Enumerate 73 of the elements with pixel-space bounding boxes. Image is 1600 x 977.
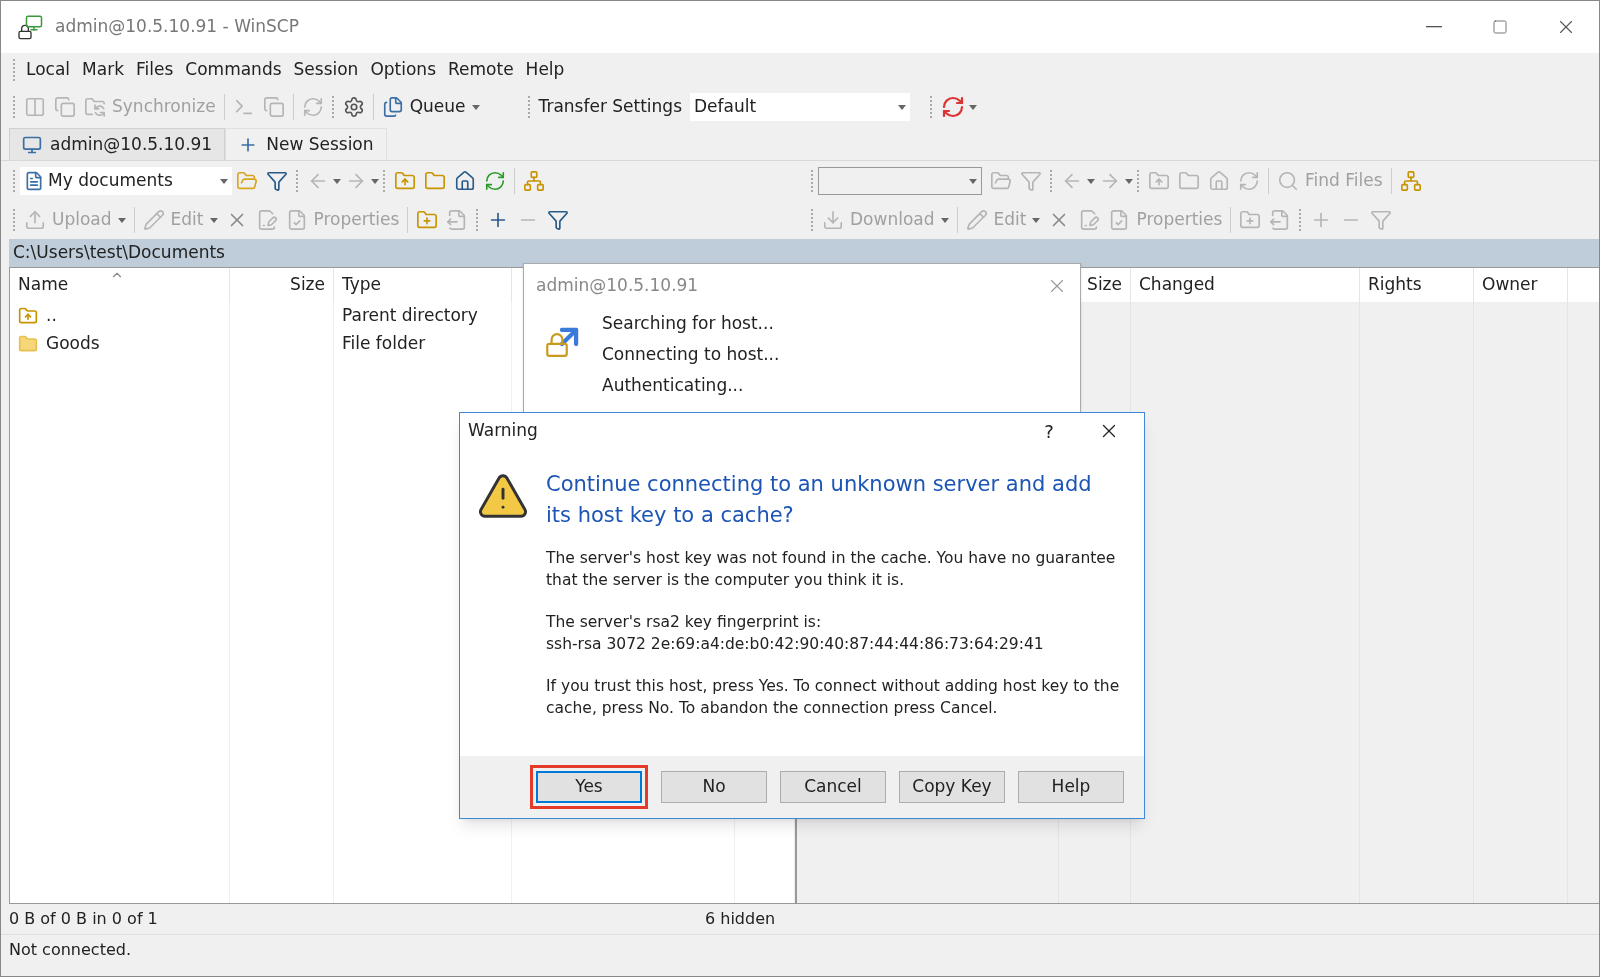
maximize-icon <box>1492 19 1508 35</box>
caret-icon <box>969 178 977 184</box>
dialog-button[interactable]: Yes <box>536 771 642 803</box>
dialog-message: The server's host key was not found in the cache. You have no guarantee that the server is the computer you think it is. <box>546 548 1117 591</box>
dialog-instructions: If you trust this host, press Yes. To connect without adding host key to the cache, press No. To abandon the connection press Cancel. <box>546 676 1120 719</box>
menu-item[interactable]: Remote <box>442 57 520 83</box>
caret-icon <box>117 217 126 223</box>
caret-icon <box>1032 217 1041 223</box>
menu-item[interactable]: Options <box>364 57 442 83</box>
hidden-count: 6 hidden <box>705 908 776 930</box>
edit-icon <box>965 209 988 231</box>
dialog-title: admin@10.5.10.91 <box>536 274 700 298</box>
caret-icon <box>940 217 949 223</box>
dialog-button[interactable]: Help <box>1018 771 1124 803</box>
location-dropdown[interactable]: My documents <box>20 167 232 195</box>
session-tab[interactable]: New Session <box>225 128 387 160</box>
synchronize-icon <box>84 96 106 118</box>
menu-item[interactable]: Files <box>130 57 180 83</box>
location-dropdown[interactable] <box>818 167 982 195</box>
menu-item[interactable]: Help <box>519 57 571 83</box>
file-type: File folder <box>341 332 427 356</box>
dialog-button[interactable]: No <box>661 771 767 803</box>
transfer-settings-label: Transfer Settings <box>538 95 682 119</box>
menu-item[interactable]: Commands <box>179 57 288 83</box>
menu-item[interactable]: Session <box>287 57 365 83</box>
session-tab[interactable]: admin@10.5.10.91 <box>9 128 226 160</box>
caret-icon <box>371 178 379 184</box>
caret-icon <box>1087 178 1095 184</box>
caret-icon <box>209 217 218 223</box>
menu-item[interactable]: Mark <box>76 57 130 83</box>
progress-step: Authenticating... <box>602 370 780 401</box>
column-header[interactable]: Size <box>230 268 334 302</box>
column-header[interactable]: Name <box>10 268 230 302</box>
app-logo-icon <box>17 14 43 40</box>
connection-status: Not connected. <box>9 938 131 961</box>
selection-status: 0 B of 0 B in 0 of 1 <box>9 908 159 930</box>
column-header[interactable]: Rights <box>1360 268 1474 302</box>
queue-icon <box>381 96 404 118</box>
caret-icon <box>1125 178 1133 184</box>
caret-icon <box>220 178 228 184</box>
file-name[interactable]: .. <box>46 303 57 329</box>
edit-icon <box>142 209 165 231</box>
find-files-icon <box>1277 170 1299 192</box>
caret-icon <box>969 104 977 110</box>
column-header[interactable]: Type <box>334 268 512 302</box>
file-name[interactable]: Goods <box>46 331 100 357</box>
column-header[interactable]: Changed <box>1131 268 1360 302</box>
dialog-heading: Continue connecting to an unknown server and add its host key to a cache? <box>546 471 1093 529</box>
caret-icon <box>333 178 341 184</box>
queue-button[interactable]: Queue <box>377 92 484 122</box>
column-header[interactable]: Owner <box>1474 268 1568 302</box>
download-icon <box>822 209 844 231</box>
fingerprint-label: The server's rsa2 key fingerprint is: <box>546 612 823 633</box>
minimize-icon <box>1426 26 1442 28</box>
path-bar: C:\Users\test\Documents <box>9 239 796 267</box>
caret-icon <box>898 104 906 110</box>
window-title: admin@10.5.10.91 - WinSCP <box>55 15 299 39</box>
transfer-settings-dropdown[interactable]: Default <box>690 93 910 121</box>
dialog-title: Warning <box>468 419 539 443</box>
fingerprint: ssh-rsa 3072 2e:69:a4:de:b0:42:90:40:87:44:44:86:73:64:29:41 <box>546 634 1045 655</box>
dialog-button[interactable]: Cancel <box>780 771 886 803</box>
document-icon <box>24 171 44 191</box>
monitor-icon <box>22 134 42 155</box>
folder-icon <box>18 334 38 354</box>
help-button[interactable]: ? <box>1024 417 1074 445</box>
progress-step: Connecting to host... <box>602 339 780 370</box>
caret-icon <box>471 104 480 110</box>
file-type: Parent directory <box>341 304 479 328</box>
parent-folder-icon <box>18 306 38 326</box>
dialog-button[interactable]: Copy Key <box>899 771 1005 803</box>
menu-item[interactable]: Local <box>20 57 77 83</box>
upload-icon <box>24 209 46 231</box>
progress-step: Searching for host... <box>602 308 780 339</box>
